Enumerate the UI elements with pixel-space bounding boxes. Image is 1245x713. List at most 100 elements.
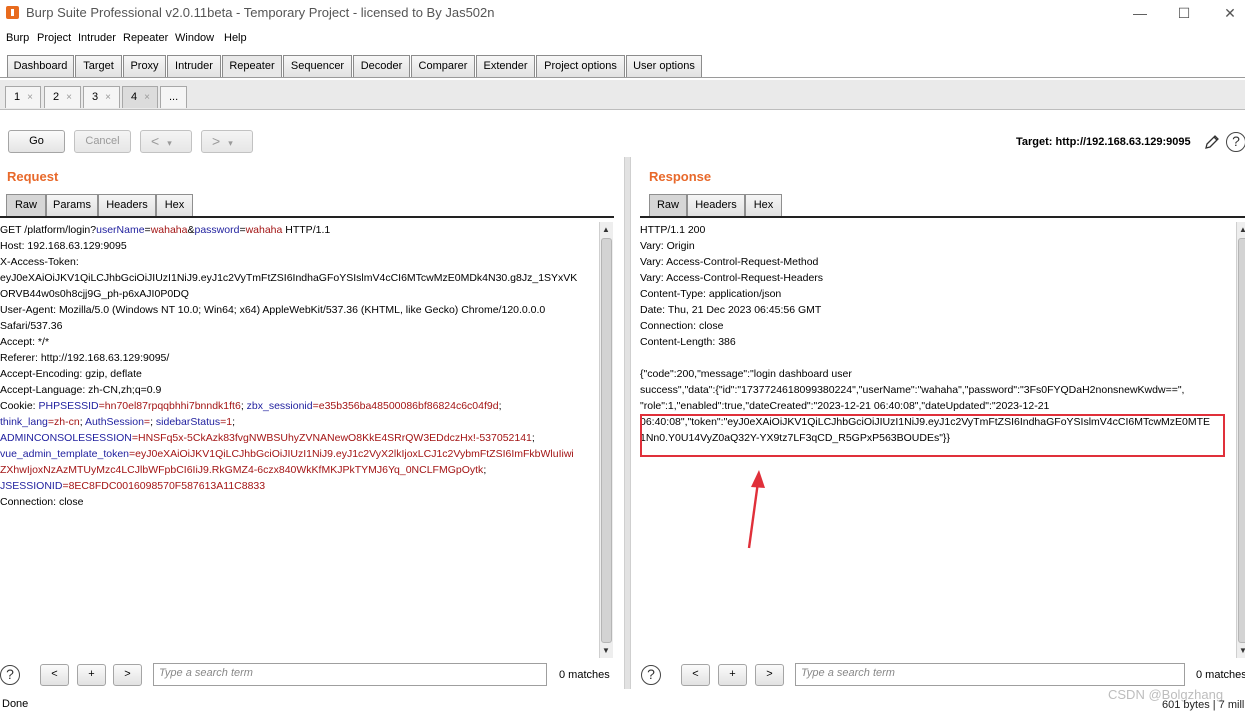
cookie-line: ZXhwIjoxNzAzMTUyMzc4LCJlbWFpbCI6IiJ9.RkG… — [0, 464, 487, 476]
repeater-tab-bar: 1 × 2 × 3 × 4 × ... — [0, 80, 1245, 110]
repeater-tab-1[interactable]: 1 × — [5, 86, 41, 108]
menu-window[interactable]: Window — [175, 32, 214, 44]
scroll-up-icon[interactable]: ▲ — [602, 225, 610, 234]
main-tab-strip: Dashboard Target Proxy Intruder Repeater… — [0, 53, 1245, 78]
tab-decoder[interactable]: Decoder — [353, 55, 410, 77]
tab-proxy[interactable]: Proxy — [123, 55, 166, 77]
request-search-next-button[interactable]: > — [113, 664, 142, 686]
request-tab-raw[interactable]: Raw — [6, 194, 46, 216]
response-match-count: 0 matches — [1196, 669, 1245, 681]
tab-dashboard[interactable]: Dashboard — [7, 55, 74, 77]
tab-intruder[interactable]: Intruder — [167, 55, 221, 77]
scroll-up-icon[interactable]: ▲ — [1239, 225, 1245, 234]
response-line: Content-Type: application/json — [640, 288, 782, 300]
response-search-prev-button[interactable]: < — [681, 664, 710, 686]
request-search-input[interactable]: Type a search term — [153, 663, 547, 686]
repeater-tab-label: 2 — [53, 91, 60, 103]
request-scroll-thumb[interactable] — [601, 238, 612, 643]
go-button[interactable]: Go — [8, 130, 65, 153]
response-tab-hex[interactable]: Hex — [745, 194, 782, 216]
cookie-line: Cookie: PHPSESSID=hn70el87rpqqbhhi7bnndk… — [0, 400, 502, 412]
cookie-line: think_lang=zh-cn; AuthSession=; sidebarS… — [0, 416, 236, 428]
menu-repeater[interactable]: Repeater — [123, 32, 168, 44]
request-line: Connection: close — [0, 496, 84, 508]
menu-project[interactable]: Project — [37, 32, 71, 44]
close-tab-icon[interactable]: × — [66, 92, 72, 103]
request-panel-title: Request — [7, 169, 59, 184]
help-icon[interactable]: ? — [1226, 132, 1245, 152]
response-line: success","data":{"id":"17377246180993802… — [640, 384, 1185, 396]
target-label: Target: http://192.168.63.129:9095 — [1016, 136, 1191, 148]
edit-target-icon[interactable] — [1203, 133, 1221, 151]
request-match-count: 0 matches — [559, 669, 610, 681]
request-line: eyJ0eXAiOiJKV1QiLCJhbGciOiJIUzI1NiJ9.eyJ… — [0, 272, 578, 284]
tab-repeater[interactable]: Repeater — [222, 55, 282, 77]
response-panel-title: Response — [649, 169, 712, 184]
tab-user-options[interactable]: User options — [626, 55, 702, 77]
response-search-next-button[interactable]: > — [755, 664, 784, 686]
close-tab-icon[interactable]: × — [105, 92, 111, 103]
request-line: Referer: http://192.168.63.129:9095/ — [0, 352, 170, 364]
response-line: Connection: close — [640, 320, 724, 332]
request-tab-underline — [0, 216, 614, 218]
request-line: Accept-Language: zh-CN,zh;q=0.9 — [0, 384, 162, 396]
forward-menu-icon[interactable]: ▾ — [228, 138, 233, 148]
request-search-help-icon[interactable]: ? — [0, 665, 20, 685]
response-tab-raw[interactable]: Raw — [649, 194, 687, 216]
forward-arrow-icon: > — [212, 133, 221, 149]
request-editor[interactable]: GET /platform/login?userName=wahaha&pass… — [0, 222, 598, 650]
response-line: Content-Length: 386 — [640, 336, 736, 348]
request-search-prev-button[interactable]: < — [40, 664, 69, 686]
tab-target[interactable]: Target — [75, 55, 122, 77]
repeater-tab-4[interactable]: 4 × — [122, 86, 158, 108]
response-size-info: 601 bytes | 7 millis — [1162, 699, 1245, 711]
close-window-button[interactable]: ✕ — [1220, 3, 1240, 23]
close-tab-icon[interactable]: × — [27, 92, 33, 103]
menu-help[interactable]: Help — [224, 32, 247, 44]
response-tab-headers[interactable]: Headers — [687, 194, 745, 216]
new-repeater-tab-button[interactable]: ... — [160, 86, 187, 108]
maximize-button[interactable]: ☐ — [1174, 3, 1194, 23]
forward-button[interactable]: > ▾ — [201, 130, 253, 153]
request-tab-hex[interactable]: Hex — [156, 194, 193, 216]
response-scrollbar[interactable]: ▲ ▼ — [1236, 222, 1245, 658]
repeater-tab-2[interactable]: 2 × — [44, 86, 81, 108]
response-scroll-thumb[interactable] — [1238, 238, 1245, 643]
scroll-down-icon[interactable]: ▼ — [602, 646, 610, 655]
token-highlight-box — [640, 414, 1225, 457]
repeater-tab-label: ... — [169, 91, 179, 103]
scroll-down-icon[interactable]: ▼ — [1239, 646, 1245, 655]
request-line: GET /platform/login?userName=wahaha&pass… — [0, 224, 331, 236]
cancel-button[interactable]: Cancel — [74, 130, 131, 153]
response-search-help-icon[interactable]: ? — [641, 665, 661, 685]
tab-sequencer[interactable]: Sequencer — [283, 55, 352, 77]
request-scrollbar[interactable]: ▲ ▼ — [599, 222, 613, 658]
request-line: Host: 192.168.63.129:9095 — [0, 240, 127, 252]
status-bar: Done — [0, 694, 1245, 713]
response-line: Vary: Access-Control-Request-Headers — [640, 272, 824, 284]
request-tab-params[interactable]: Params — [46, 194, 98, 216]
back-button[interactable]: < ▾ — [140, 130, 192, 153]
request-search-add-button[interactable]: + — [77, 664, 106, 686]
menu-burp[interactable]: Burp — [6, 32, 29, 44]
repeater-tab-label: 3 — [92, 91, 99, 103]
response-search-input[interactable]: Type a search term — [795, 663, 1185, 686]
response-search-add-button[interactable]: + — [718, 664, 747, 686]
window-title: Burp Suite Professional v2.0.11beta - Te… — [26, 5, 495, 20]
back-menu-icon[interactable]: ▾ — [167, 138, 172, 148]
response-line: Vary: Access-Control-Request-Method — [640, 256, 819, 268]
close-tab-icon[interactable]: × — [144, 92, 150, 103]
split-pane-divider[interactable] — [624, 157, 631, 689]
request-tab-headers[interactable]: Headers — [98, 194, 156, 216]
request-line: User-Agent: Mozilla/5.0 (Windows NT 10.0… — [0, 304, 546, 316]
request-line: Accept: */* — [0, 336, 50, 348]
menu-intruder[interactable]: Intruder — [78, 32, 116, 44]
response-tab-underline — [640, 216, 1245, 218]
tab-comparer[interactable]: Comparer — [411, 55, 475, 77]
minimize-button[interactable]: — — [1130, 3, 1150, 23]
tab-extender[interactable]: Extender — [476, 55, 535, 77]
burp-window: Burp Suite Professional v2.0.11beta - Te… — [0, 0, 1245, 713]
repeater-tab-3[interactable]: 3 × — [83, 86, 120, 108]
request-line: Safari/537.36 — [0, 320, 63, 332]
tab-project-options[interactable]: Project options — [536, 55, 625, 77]
